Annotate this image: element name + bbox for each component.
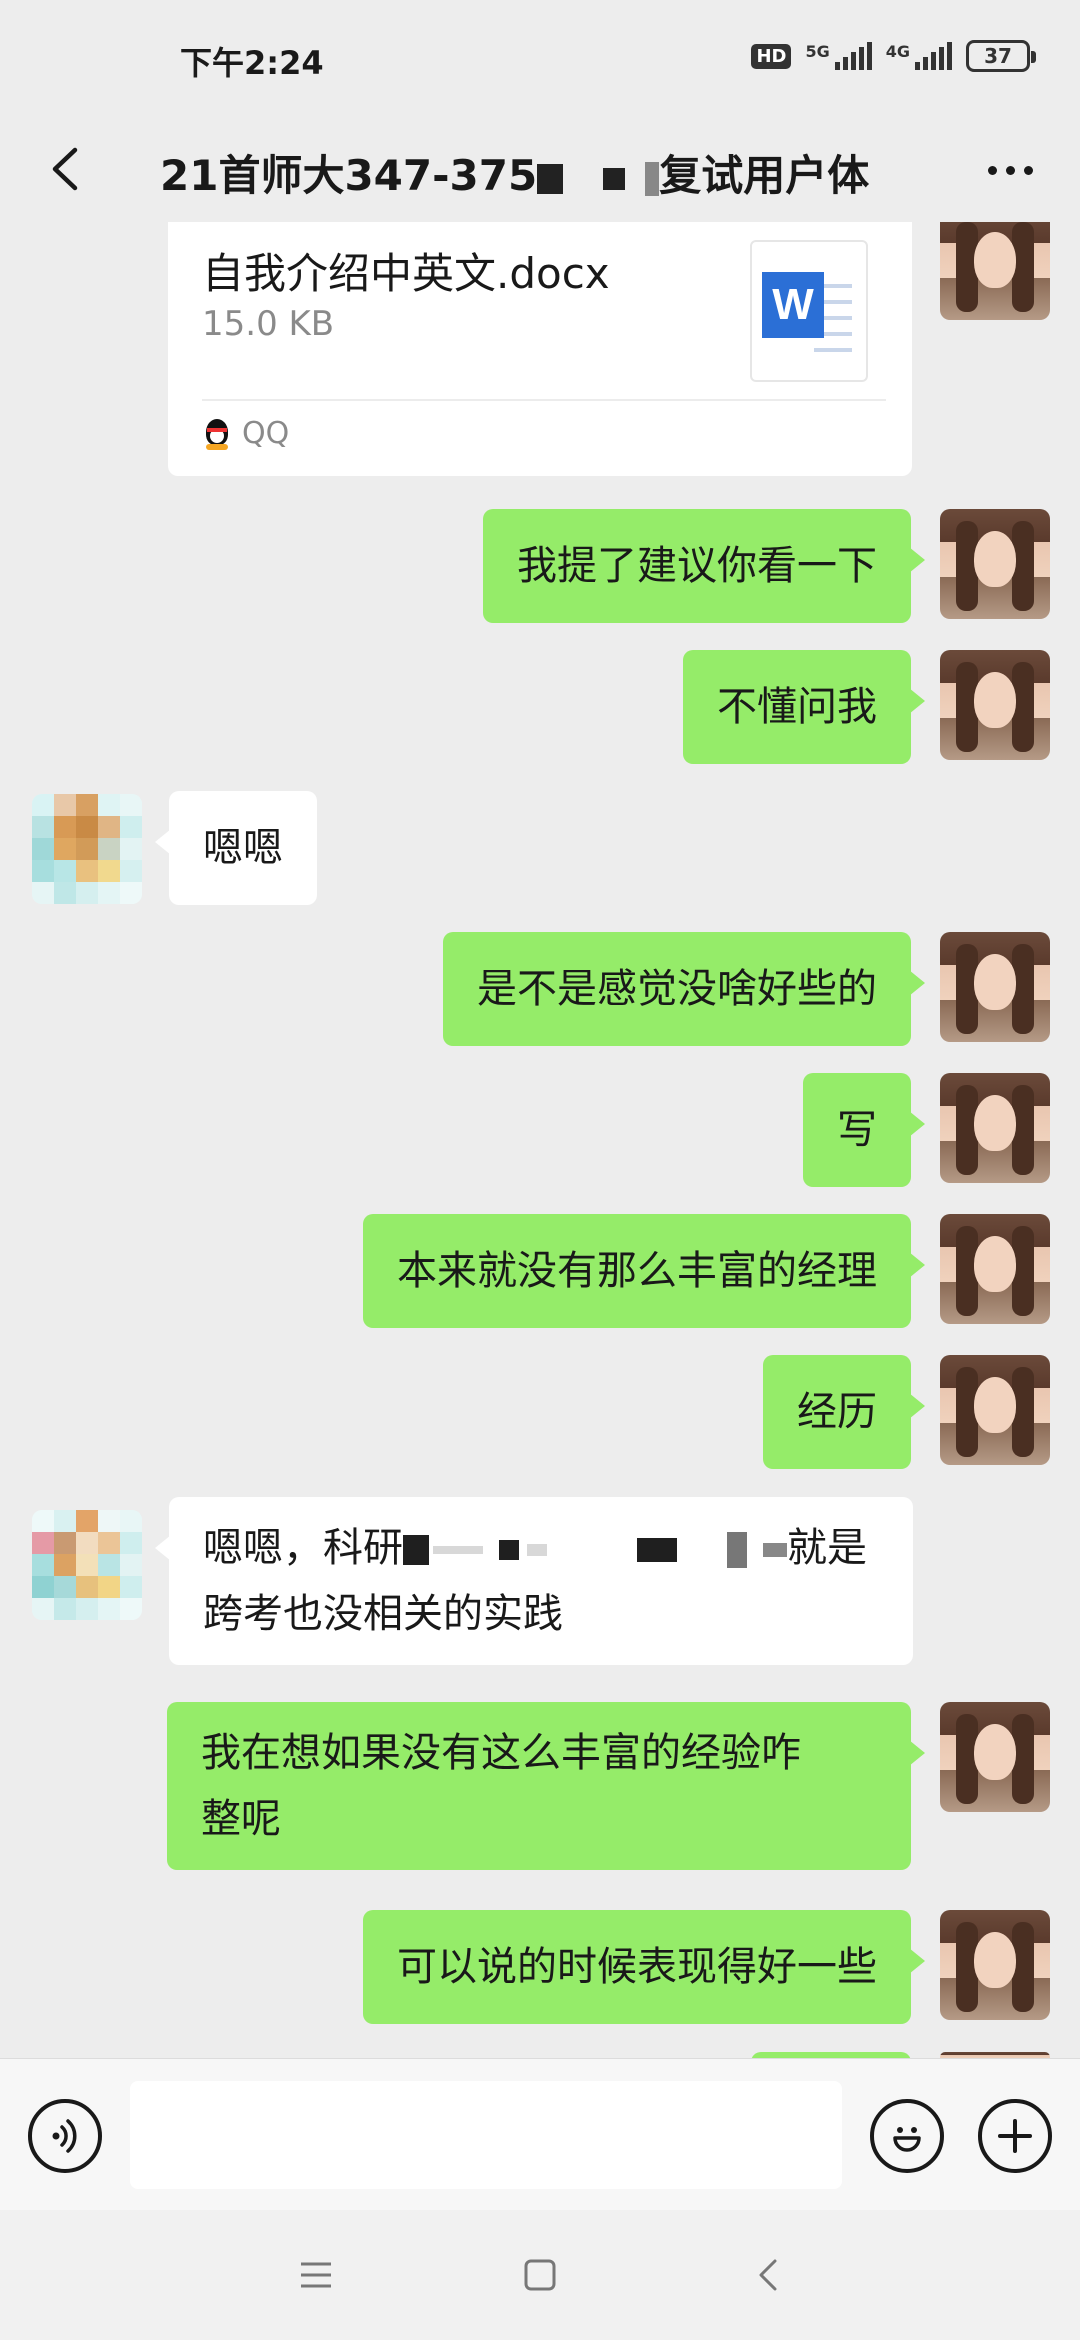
- home-square-icon: [524, 2259, 556, 2291]
- nav-back-button[interactable]: [738, 2250, 798, 2300]
- signal-4g-icon: 4G: [886, 42, 952, 70]
- redaction-gap: [625, 176, 645, 182]
- avatar[interactable]: [940, 932, 1050, 1042]
- message-text: 不懂问我: [717, 684, 877, 730]
- plus-icon: [998, 2119, 1032, 2153]
- plus-button[interactable]: [978, 2099, 1052, 2173]
- status-time: 下午2:24: [180, 44, 324, 82]
- avatar[interactable]: [940, 650, 1050, 760]
- nav-menu-button[interactable]: [286, 2250, 346, 2300]
- message-text-line1: 嗯嗯，科研 就是: [203, 1525, 867, 1571]
- avatar[interactable]: [940, 1073, 1050, 1183]
- avatar[interactable]: [940, 1910, 1050, 2020]
- message-bubble[interactable]: 写: [803, 1073, 925, 1187]
- message-bubble[interactable]: 嗯嗯: [155, 791, 317, 905]
- message-text: 经历: [797, 1389, 877, 1435]
- word-document-icon: W: [750, 240, 868, 382]
- redaction: [763, 1543, 787, 1557]
- chat-title-part2: 复试用户体: [659, 151, 870, 200]
- file-source: QQ: [202, 416, 289, 451]
- avatar[interactable]: [32, 794, 142, 904]
- file-size: 15.0 KB: [202, 304, 335, 344]
- message-text-line2: 跨考也没相关的实践: [203, 1591, 563, 1637]
- message-bubble[interactable]: 经历: [763, 1355, 925, 1469]
- message-bubble[interactable]: 不懂问我: [683, 650, 925, 764]
- redaction: [527, 1544, 547, 1556]
- battery-icon: 37: [966, 40, 1036, 72]
- redaction: [727, 1532, 747, 1568]
- avatar[interactable]: [940, 1214, 1050, 1324]
- message-bubble[interactable]: 是不是感觉没啥好些的: [443, 932, 925, 1046]
- redaction: [537, 163, 564, 194]
- avatar[interactable]: [32, 1510, 142, 1620]
- message-text: 写: [837, 1107, 877, 1153]
- message-text-line1: 我在想如果没有这么丰富的经验咋: [201, 1730, 801, 1776]
- back-arrow-icon: [759, 2259, 777, 2291]
- qq-icon: [202, 417, 232, 451]
- message-bubble[interactable]: 可以说的时候表现得好一些: [363, 1910, 925, 2024]
- chevron-left-icon: [52, 147, 78, 191]
- file-source-label: QQ: [242, 416, 290, 451]
- nav-home-button[interactable]: [510, 2250, 570, 2300]
- title-bar: 21首师大347-375 复试用户体: [0, 120, 1080, 220]
- more-button[interactable]: [970, 142, 1050, 198]
- redaction-gap: [563, 176, 603, 182]
- message-text-line2: 整呢: [201, 1796, 281, 1842]
- file-message[interactable]: 自我介绍中英文.docx 15.0 KB W QQ: [168, 222, 912, 476]
- back-button[interactable]: [30, 134, 100, 204]
- redaction: [499, 1540, 519, 1560]
- avatar[interactable]: [940, 1355, 1050, 1465]
- message-bubble[interactable]: 嗯嗯，科研 就是 跨考也没相关的实践: [155, 1497, 913, 1665]
- system-nav-bar: [0, 2210, 1080, 2340]
- message-text: 本来就没有那么丰富的经理: [397, 1248, 877, 1294]
- message-text: 可以说的时候表现得好一些: [397, 1944, 877, 1990]
- menu-icon: [301, 2262, 331, 2288]
- chat-area[interactable]: 自我介绍中英文.docx 15.0 KB W QQ 我提了建议你看一下 不懂问我…: [0, 222, 1080, 2058]
- more-dots-icon: [987, 165, 997, 175]
- redaction: [603, 167, 626, 190]
- avatar[interactable]: [940, 222, 1050, 320]
- divider: [202, 399, 886, 401]
- message-bubble[interactable]: 我提了建议你看一下: [483, 509, 925, 623]
- status-icons: HD 5G 4G 37: [751, 40, 1036, 72]
- redaction: [433, 1546, 483, 1554]
- emoji-icon: [893, 2127, 921, 2152]
- message-input[interactable]: [130, 2081, 842, 2189]
- redaction: [403, 1535, 429, 1565]
- message-bubble[interactable]: 本来就没有那么丰富的经理: [363, 1214, 925, 1328]
- signal-5g-icon: 5G: [805, 42, 872, 70]
- redaction: [645, 161, 660, 196]
- message-bubble[interactable]: 我在想如果没有这么丰富的经验咋 整呢: [167, 1702, 925, 1870]
- battery-level: 37: [984, 44, 1012, 68]
- voice-button[interactable]: [28, 2099, 102, 2173]
- message-text: 嗯嗯: [203, 825, 283, 871]
- file-name: 自我介绍中英文.docx: [202, 249, 610, 298]
- redaction: [637, 1538, 677, 1562]
- input-bar: [0, 2058, 1080, 2210]
- hd-badge: HD: [751, 43, 792, 69]
- status-bar: 下午2:24 HD 5G 4G 37: [0, 0, 1080, 120]
- avatar[interactable]: [940, 1702, 1050, 1812]
- message-text: 是不是感觉没啥好些的: [477, 966, 877, 1012]
- avatar[interactable]: [940, 509, 1050, 619]
- voice-icon: [52, 2119, 77, 2153]
- emoji-button[interactable]: [870, 2099, 944, 2173]
- chat-title: 21首师大347-375 复试用户体: [160, 142, 869, 203]
- chat-title-part1: 21首师大347-375: [160, 151, 538, 200]
- message-text: 我提了建议你看一下: [517, 543, 877, 589]
